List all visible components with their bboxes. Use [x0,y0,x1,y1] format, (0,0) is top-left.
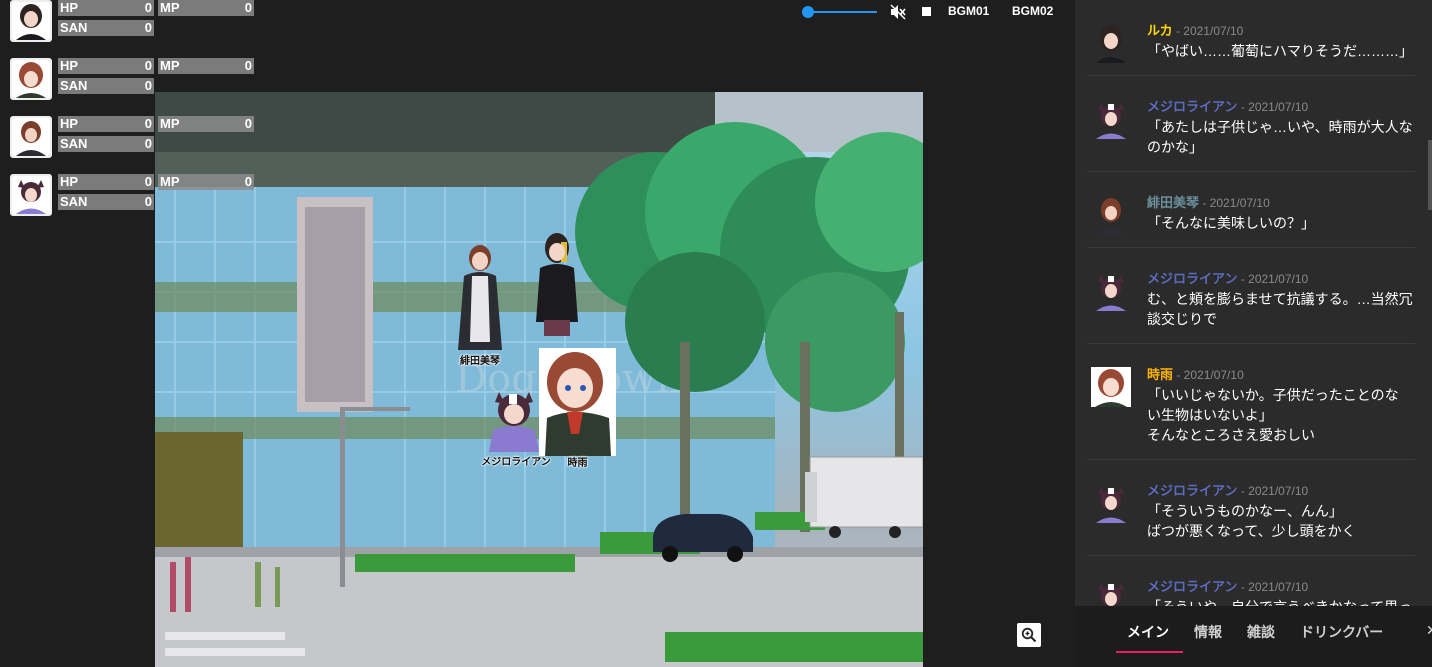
hp-bar: HP 0 [58,58,154,74]
message-text: 「いいじゃないか。子供だったことのな い生物はいないよ」 そんなところさえ愛おし… [1147,387,1399,443]
shigure-avatar-icon [12,60,50,98]
kotoha-avatar-icon [1091,195,1131,235]
tab-main[interactable]: メイン [1127,622,1169,642]
volume-slider-thumb[interactable] [802,6,815,18]
hp-bar: HP 0 [58,0,154,16]
audio-controls: BGM01 BGM02 [798,0,1073,24]
ryan-avatar-icon [1091,483,1131,523]
message-text: 「そういや…自分で言うべきかなって思っ たけど」 [1147,597,1415,606]
message-date: - 2021/07/10 [1237,484,1309,498]
message-text: 「あたしは子供じゃ…いや、時雨が大人な のかな」 [1147,119,1413,155]
message-date: - 2021/07/10 [1237,100,1309,114]
token-luka[interactable] [532,232,582,347]
chat-message: メジロライアン - 2021/07/10 む、と頬を膨らませて抗議する。…当然冗 … [1087,248,1415,344]
token-kotoha-label: 緋田美琴 [460,356,500,367]
status-panel-luka[interactable]: HP 0 MP 0 SAN 0 [8,0,258,46]
chat-tab-bar: メイン 情報 雑談 ドリンクバー ✕ [1075,606,1432,667]
message-author: ルカ [1147,23,1173,38]
tab-chat[interactable]: 雑談 [1247,622,1275,642]
volume-slider-track[interactable] [804,11,877,13]
mp-bar: MP 0 [158,58,254,74]
message-header: メジロライアン - 2021/07/10 [1147,483,1415,499]
san-bar: SAN 0 [58,194,154,210]
luka-figure [536,233,578,336]
message-header: 緋田美琴 - 2021/07/10 [1147,195,1415,211]
avatar[interactable] [10,116,52,158]
close-icon[interactable]: ✕ [1426,622,1432,639]
tab-info[interactable]: 情報 [1194,622,1222,642]
chat-scrollbar[interactable] [1428,140,1432,210]
zoom-in-icon [1021,627,1037,643]
hp-bar: HP 0 [58,116,154,132]
zoom-button[interactable] [1017,623,1041,647]
token-ryan[interactable]: メジロライアン [476,386,556,468]
message-text: 「そんなに美味しいの？」 [1147,215,1315,231]
message-text: 「やばい……葡萄にハマりそうだ………」 [1147,43,1413,59]
san-bar: SAN 0 [58,20,154,36]
luka-avatar-icon [1091,23,1131,63]
message-author: メジロライアン [1147,579,1238,594]
message-author: 時雨 [1147,367,1174,382]
message-header: ルカ - 2021/07/10 [1147,23,1415,39]
san-bar: SAN 0 [58,78,154,94]
chat-message: メジロライアン - 2021/07/10 「そういや…自分で言うべきかなって思っ … [1087,556,1415,606]
avatar[interactable] [10,174,52,216]
ryan-avatar-icon [1091,579,1131,606]
message-author: メジロライアン [1147,483,1238,498]
message-header: メジロライアン - 2021/07/10 [1147,579,1415,595]
ryan-avatar-icon [1091,99,1131,139]
avatar[interactable] [10,0,52,42]
message-author: メジロライアン [1147,271,1238,286]
message-date: - 2021/07/10 [1237,580,1309,594]
avatar[interactable] [10,58,52,100]
kotoha-avatar-icon [12,118,50,156]
ryan-avatar-icon [1091,271,1131,311]
ryan-figure [489,392,539,452]
chat-message: 緋田美琴 - 2021/07/10 「そんなに美味しいの？」 [1087,172,1415,248]
token-shigure-label: 時雨 [567,458,588,469]
active-tab-indicator [1116,651,1183,653]
ryan-avatar-icon [12,176,50,214]
san-bar: SAN 0 [58,136,154,152]
tab-drink-bar[interactable]: ドリンクバー [1300,622,1383,642]
kotoha-figure [458,245,502,350]
status-panel-ryan[interactable]: HP 0 MP 0 SAN 0 [8,174,258,220]
shigure-avatar-icon [1091,367,1131,407]
bgm01-button[interactable]: BGM01 [948,4,989,18]
message-header: 時雨 - 2021/07/10 [1147,367,1415,383]
stop-icon[interactable] [922,7,931,16]
luka-avatar-icon [12,2,50,40]
message-text: 「そういうものかなー、んん」 ばつが悪くなって、少し頭をかく [1147,503,1356,539]
chat-message: ルカ - 2021/07/10 「やばい……葡萄にハマりそうだ………」 [1087,0,1415,76]
token-kotoha[interactable]: 緋田美琴 [450,242,510,367]
message-author: メジロライアン [1147,99,1238,114]
mp-bar: MP 0 [158,116,254,132]
chat-panel: ルカ - 2021/07/10 「やばい……葡萄にハマりそうだ………」 メジロライア… [1075,0,1432,667]
message-header: メジロライアン - 2021/07/10 [1147,271,1415,287]
message-date: - 2021/07/10 [1172,24,1244,38]
mute-icon[interactable] [890,4,906,25]
status-panel-kotoha[interactable]: HP 0 MP 0 SAN 0 [8,116,258,162]
chat-log[interactable]: ルカ - 2021/07/10 「やばい……葡萄にハマりそうだ………」 メジロライア… [1075,0,1415,606]
hp-bar: HP 0 [58,174,154,190]
message-date: - 2021/07/10 [1173,368,1244,382]
chat-message: メジロライアン - 2021/07/10 「あたしは子供じゃ…いや、時雨が大人な … [1087,76,1415,172]
chat-message: メジロライアン - 2021/07/10 「そういうものかなー、んん」 ばつが悪く… [1087,460,1415,556]
game-stage: Dog Brown [0,0,1075,667]
bgm02-button[interactable]: BGM02 [1012,4,1053,18]
mp-bar: MP 0 [158,174,254,190]
message-date: - 2021/07/10 [1237,272,1309,286]
message-text: む、と頬を膨らませて抗議する。…当然冗 談交じりで [1147,291,1413,327]
mp-bar: MP 0 [158,0,254,16]
status-panel-shigure[interactable]: HP 0 MP 0 SAN 0 [8,58,258,104]
message-header: メジロライアン - 2021/07/10 [1147,99,1415,115]
token-ryan-label: メジロライアン [481,457,551,468]
message-date: - 2021/07/10 [1199,196,1270,210]
message-author: 緋田美琴 [1147,195,1200,210]
chat-message: 時雨 - 2021/07/10 「いいじゃないか。子供だったことのな い生物はいな… [1087,344,1415,460]
